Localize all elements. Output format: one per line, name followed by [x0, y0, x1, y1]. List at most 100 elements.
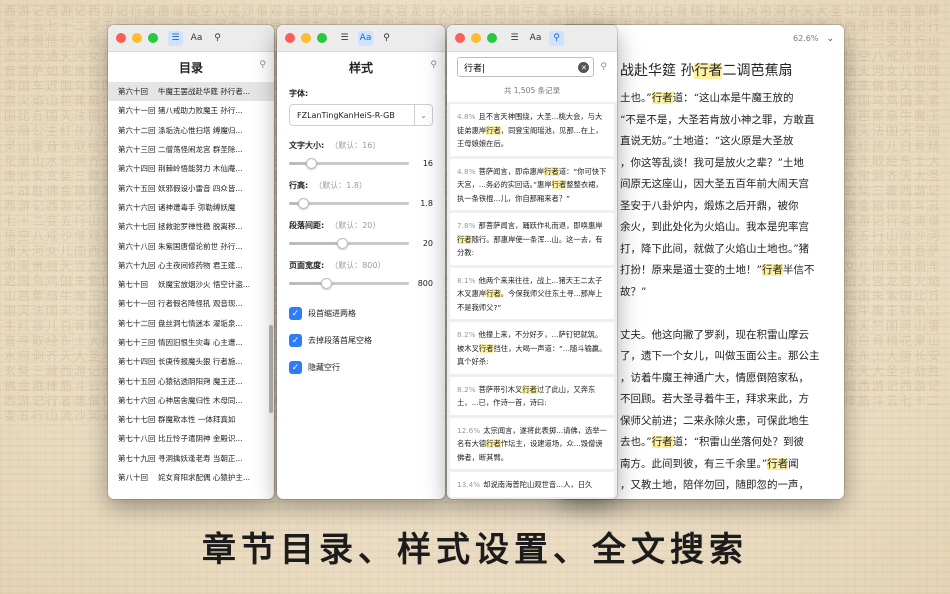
chapter-item[interactable]: 第七十六回 心神居舍魔归性 木母同... — [108, 391, 274, 410]
list-icon[interactable]: ☰ — [337, 31, 352, 46]
text-line — [620, 303, 844, 325]
chapter-number: 第六十二回 — [118, 125, 156, 135]
chapter-item[interactable]: 第六十二回 涤垢洗心惟扫塔 缚魔归... — [108, 121, 274, 140]
chapter-item[interactable]: 第六十四回 荆棘岭悟能努力 木仙庵... — [108, 159, 274, 178]
chapter-item[interactable]: 第六十回 牛魔王罢战赴华筵 孙行者... — [108, 82, 274, 102]
chapter-item[interactable]: 第七十七回 群魔欺本性 一体拜真如 — [108, 410, 274, 429]
slider[interactable]: 800 — [289, 276, 433, 290]
chapter-item[interactable]: 第七十九回 寻洞擒妖逢老寿 当朝正... — [108, 449, 274, 468]
slider-value: 1.8 — [420, 198, 433, 208]
text-line: 圣安于八卦炉内，煅炼之后开鼎，被你 — [620, 199, 799, 212]
slider-track[interactable] — [289, 197, 409, 209]
close-button[interactable] — [116, 33, 126, 43]
result-count: 共 1,505 条记录 — [503, 86, 561, 95]
chapter-item[interactable]: 第六十六回 诸神遭毒手 弥勒缚妖魔 — [108, 198, 274, 217]
list-icon[interactable]: ☰ — [168, 30, 183, 46]
checkbox-row[interactable]: ✓ 去掉段落首尾空格 — [289, 327, 433, 354]
chapter-title: 妖邪假设小雷音 四众皆... — [158, 183, 243, 193]
window-controls — [116, 33, 158, 43]
checkbox-row[interactable]: ✓ 隐藏空行 — [289, 354, 433, 381]
chapter-item[interactable]: 第七十五回 心猿钻透阴阳窍 魔王还... — [108, 371, 274, 390]
search-result[interactable]: 8.2% 他撞上来，不分好歹，...萨钉钯就筑。被木叉行者挡住，大喝一声道：“..… — [450, 322, 614, 374]
chapter-item[interactable]: 第七十三回 情因旧恨生灾毒 心主遭... — [108, 333, 274, 352]
chapter-item[interactable]: 第七十一回 行者假名降怪犼 观音现... — [108, 294, 274, 313]
search-query: 行者| — [464, 63, 486, 74]
zoom-button[interactable] — [317, 33, 327, 43]
chapter-item[interactable]: 第八十回 姹女育阳求配偶 心猿护主... — [108, 468, 274, 487]
minimize-button[interactable] — [301, 33, 311, 43]
chapter-item[interactable]: 第七十八回 比丘怜子遣阴神 金殿识... — [108, 429, 274, 448]
text-line: 了，遗下一个女儿，叫做玉面公主。那公主 — [620, 350, 820, 362]
toc-window: ☰ Aa ⚲ 目录 ⚲ 第六十回 牛魔王罢战赴华筵 孙行者... 第六十一回 猪八戒助… — [108, 25, 274, 499]
pin-icon[interactable]: ⚲ — [259, 60, 266, 70]
checkbox-row[interactable]: ✓ 段首缩进两格 — [289, 300, 433, 327]
search-highlight: 行者 — [478, 343, 494, 353]
search-result[interactable]: 13.4% 却说南海普陀山观世音...人，日久 — [450, 472, 614, 497]
search-icon[interactable]: ⚲ — [549, 30, 564, 46]
style-title-label: 样式 — [348, 60, 373, 75]
scrollbar[interactable] — [269, 325, 273, 413]
minimize-button[interactable] — [132, 33, 142, 43]
chapter-item[interactable]: 第六十七回 拯救驼罗禅性稳 脱离秽... — [108, 217, 274, 236]
chapter-item[interactable]: 第六十三回 二僧荡怪闹龙宫 群圣除... — [108, 140, 274, 159]
checkbox[interactable]: ✓ — [289, 334, 302, 347]
default-hint: （默认：800） — [330, 261, 386, 270]
chapter-title: 心猿钻透阴阳窍 魔王还... — [158, 376, 243, 386]
chapter-title: 诸神遭毒手 弥勒缚妖魔 — [158, 202, 236, 212]
minimize-button[interactable] — [471, 33, 481, 43]
font-size-icon[interactable]: Aa — [189, 31, 204, 46]
zoom-button[interactable] — [148, 33, 158, 43]
chapter-title: 涤垢洗心惟扫塔 缚魔归... — [158, 125, 243, 135]
search-result[interactable]: 4.8% 菩萨闻言，即命惠岸行者道：“你可快下天宫，...务必的实回话。”惠岸行者… — [450, 158, 614, 210]
zoom-button[interactable] — [487, 33, 497, 43]
chapter-item[interactable]: 第七十二回 盘丝洞七情迷本 濯垢泉... — [108, 314, 274, 333]
chapter-title: 长庚传报魔头狠 行者施... — [158, 357, 243, 367]
result-position: 4.8% — [457, 166, 476, 176]
slider-knob[interactable] — [321, 277, 333, 289]
slider[interactable]: 20 — [289, 236, 433, 250]
close-button[interactable] — [455, 33, 465, 43]
toc-title: 目录 ⚲ — [108, 52, 274, 82]
chapter-number: 第六十五回 — [118, 183, 156, 193]
font-size-icon[interactable]: Aa — [528, 31, 543, 46]
slider-value: 20 — [422, 238, 433, 248]
pin-icon[interactable]: ⚲ — [430, 60, 437, 70]
chapter-item[interactable]: 第七十四回 长庚传报魔头狠 行者施... — [108, 352, 274, 371]
list-icon[interactable]: ☰ — [507, 31, 522, 46]
default-hint: （默认：20） — [330, 221, 381, 230]
search-result[interactable]: 7.8% 那菩萨闻言，踊跃作礼而退，即唤惠岸行者随行。那惠岸使一条浑...山。这一… — [450, 213, 614, 265]
pin-icon[interactable]: ⚲ — [600, 62, 607, 72]
search-input[interactable]: 行者| ✕ — [457, 57, 595, 77]
chapter-item[interactable]: 第六十五回 妖邪假设小雷音 四众皆... — [108, 178, 274, 197]
slider-track[interactable] — [289, 277, 409, 289]
chevron-down-icon[interactable]: ⌄ — [414, 105, 432, 125]
chapter-item[interactable]: 第六十八回 朱紫国唐僧论前世 孙行... — [108, 236, 274, 255]
slider[interactable]: 1.8 — [289, 196, 433, 210]
slider-knob[interactable] — [336, 237, 348, 249]
slider-track[interactable] — [289, 237, 409, 249]
checkbox[interactable]: ✓ — [289, 361, 302, 374]
slider-knob[interactable] — [305, 157, 317, 169]
font-select[interactable]: FZLanTingKanHeiS-R-GB ⌄ — [289, 104, 433, 126]
chevron-down-icon[interactable]: ⌄ — [826, 34, 834, 44]
close-button[interactable] — [285, 33, 295, 43]
checkbox[interactable]: ✓ — [289, 307, 302, 320]
search-result[interactable]: 8.1% 他两个来来往往，战上...猪天王二太子木叉惠岸行者。今保我师父往东土寻.… — [450, 267, 614, 319]
search-icon[interactable]: ⚲ — [379, 31, 394, 46]
search-result[interactable]: 4.8% 且不言天神围绕，大圣...桃大会，与大徒弟惠岸行者，同登宝阁瑶池，见那.… — [450, 104, 614, 156]
chapter-item[interactable]: 第六十九回 心主夜间修药物 君王筵... — [108, 256, 274, 275]
chapter-number: 第六十回 — [118, 87, 148, 97]
style-window: ☰ Aa ⚲ 样式 ⚲ 字体: FZLanTingKanHeiS-R-GB ⌄ … — [277, 25, 445, 499]
slider-knob[interactable] — [298, 197, 310, 209]
search-result[interactable]: 12.6% 太宗闻言，遂将此表掷...请佛，选举一名有大德行者作坛主，设建道场，众… — [450, 417, 614, 469]
font-size-icon[interactable]: Aa — [358, 30, 373, 46]
chapter-item[interactable]: 第六十一回 猪八戒助力败魔王 孙行... — [108, 101, 274, 120]
slider-track[interactable] — [289, 157, 409, 169]
search-result[interactable]: 8.2% 菩萨带引木叉行者过了此山，又奔东土，...已，作诗一首，诗曰: — [450, 376, 614, 415]
chapter-item[interactable]: 第七十回 妖魔宝放烟沙火 悟空计盗... — [108, 275, 274, 294]
clear-icon[interactable]: ✕ — [578, 62, 590, 73]
slider[interactable]: 16 — [289, 156, 433, 170]
search-highlight: 行者 — [767, 457, 789, 470]
search-highlight: 行者 — [551, 180, 567, 189]
search-icon[interactable]: ⚲ — [210, 31, 225, 46]
